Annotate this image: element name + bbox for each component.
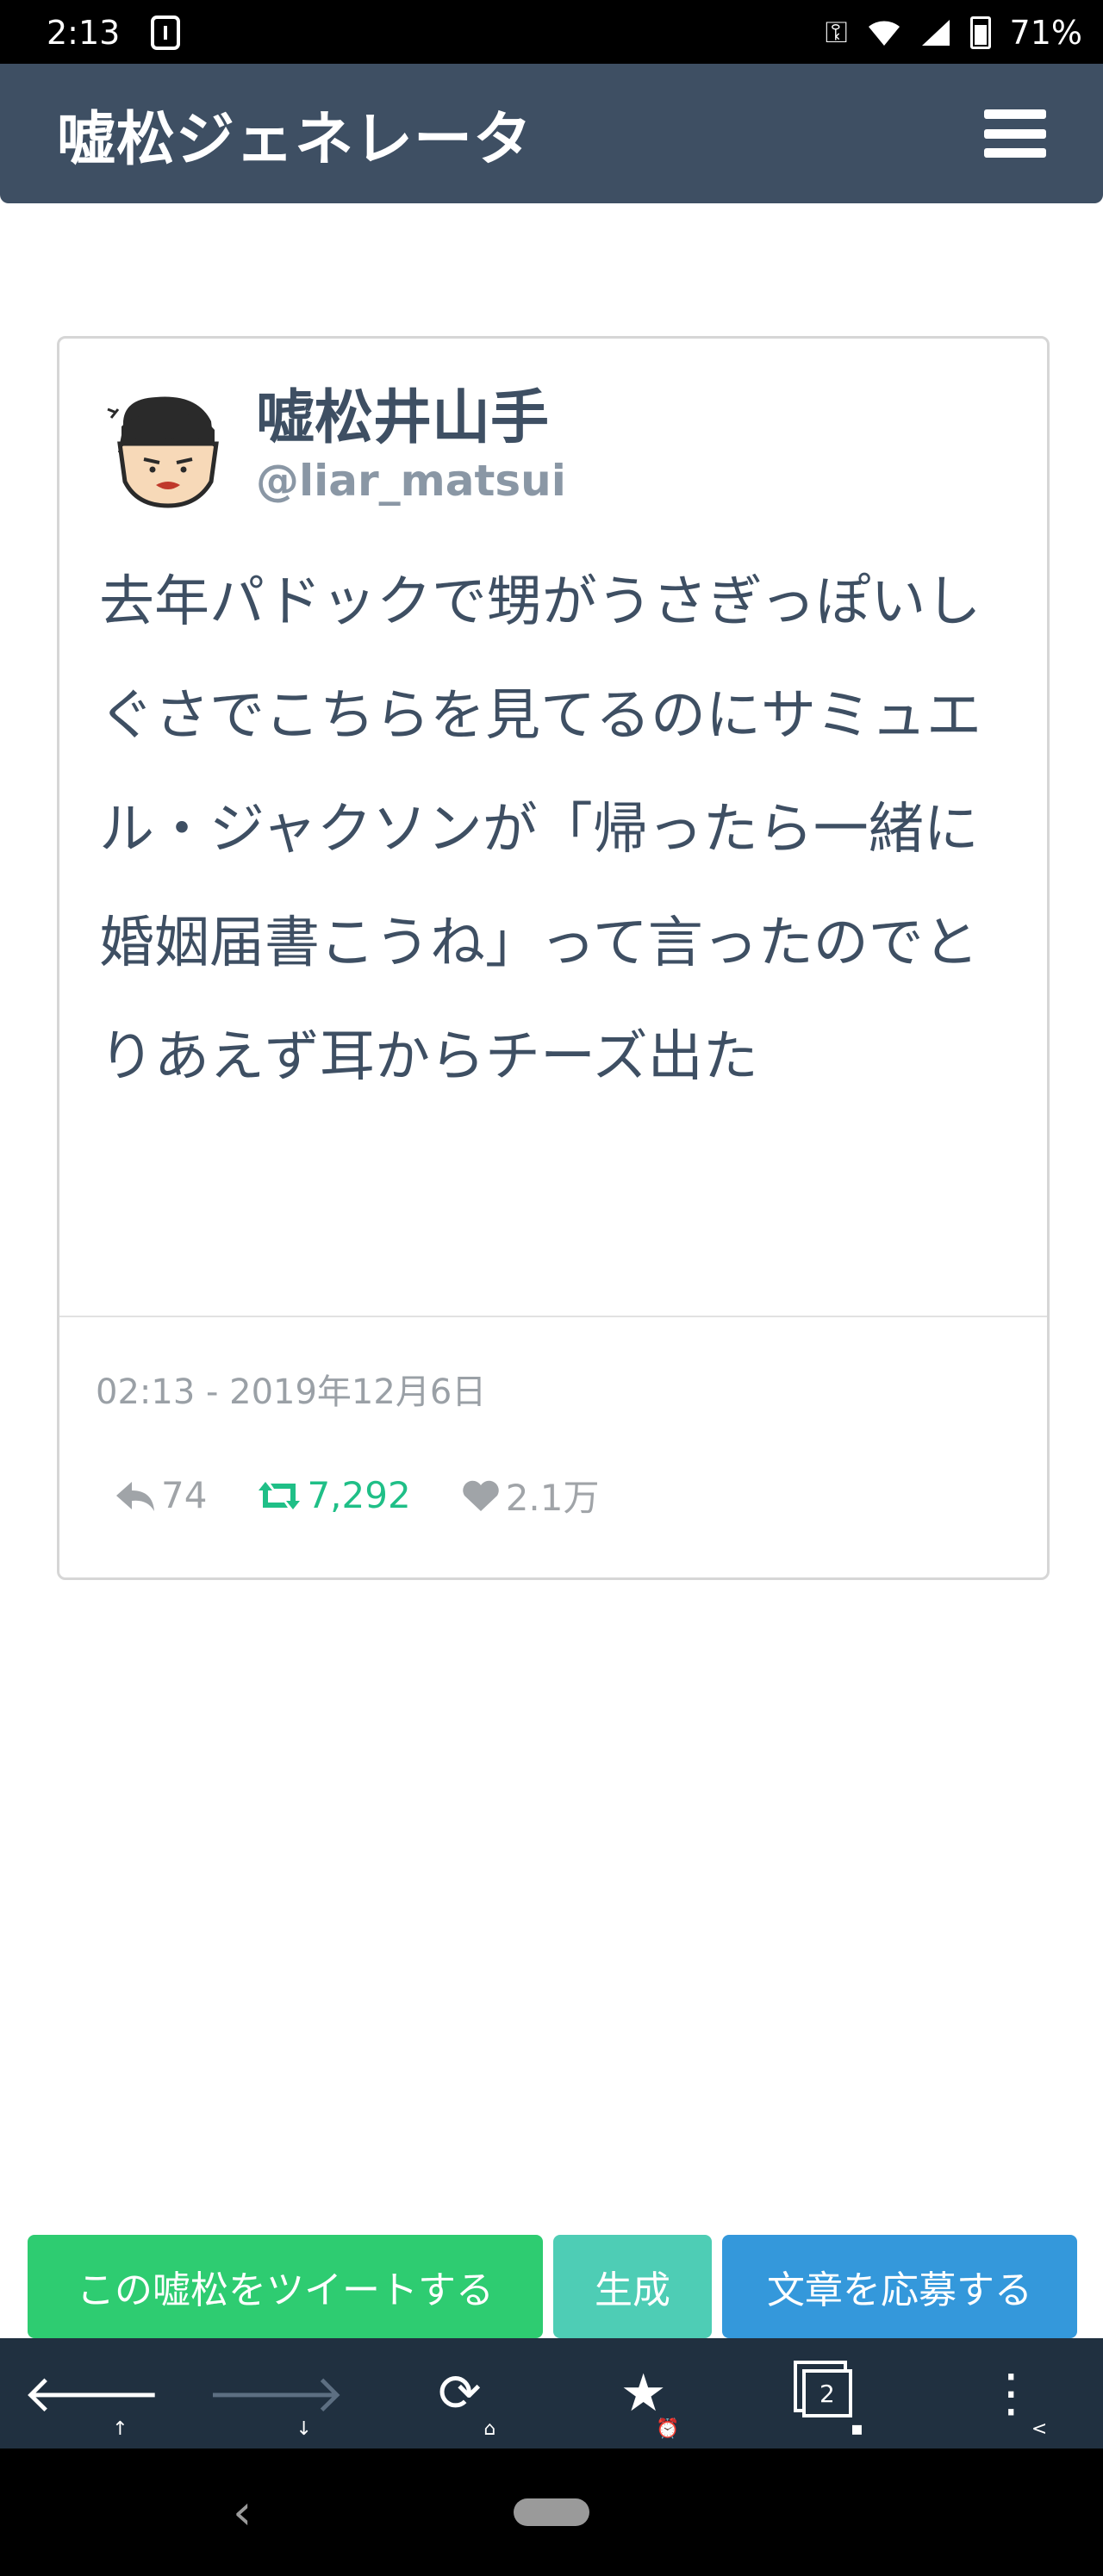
tab-count: 2 [801,2369,852,2417]
tab-small-icon: ▪ [851,2418,863,2440]
like-count: 2.1万 [505,1477,600,1519]
cell-signal-icon [921,20,950,46]
arrow-left-icon: 🡐 [22,2364,162,2424]
battery-icon [969,16,991,49]
reply-stat: 74 [115,1474,207,1516]
notification-icon [151,16,181,50]
retweet-count: 7,292 [307,1474,411,1516]
app-title[interactable]: 嘘松ジェネレータ [57,91,533,177]
reply-icon [116,1481,154,1511]
hamburger-menu-icon[interactable] [984,109,1046,158]
menu-line [984,109,1046,119]
tweet-button[interactable]: この嘘松をツイートする [28,2235,543,2338]
back-button[interactable]: 🡐 ↑ [22,2338,161,2448]
star-icon: ★ [620,2363,667,2424]
nav-back-icon[interactable]: ‹ [233,2485,252,2541]
generate-button[interactable]: 生成 [553,2235,712,2338]
submit-text-button[interactable]: 文章を応募する [722,2235,1077,2338]
alarm-small-icon: ⏰ [656,2418,680,2440]
avatar [107,396,219,508]
status-bar: 2:13 ⚿ 71% [0,0,1103,65]
retweet-stat: 7,292 [257,1474,411,1516]
wifi-icon [868,21,900,46]
more-menu-button[interactable]: ⋮ < [959,2338,1062,2448]
status-icons: ⚿ 71% [826,14,1082,52]
bookmark-button[interactable]: ★ ⏰ [592,2338,695,2448]
action-buttons: この嘘松をツイートする 生成 文章を応募する [28,2235,1077,2338]
arrow-right-icon: 🡒 [206,2364,346,2424]
system-nav-bar: ‹ [0,2448,1103,2576]
user-handle: @liar_matsui [256,456,566,506]
arrow-up-small-icon: ↑ [112,2418,128,2440]
tweet-text: 去年パドックで甥がうさぎっぽいしぐさでこちらを見てるのにサミュエル・ジャクソンが… [99,570,981,1089]
like-stat: 2.1万 [461,1469,600,1521]
retweet-icon [259,1481,301,1509]
divider [59,1316,1047,1317]
reply-count: 74 [161,1474,208,1516]
nav-home-pill[interactable] [514,2498,589,2526]
home-small-icon: ⌂ [483,2418,496,2440]
display-name: 嘘松井山手 [256,384,550,452]
share-small-icon: < [1031,2418,1048,2440]
browser-toolbar: 🡐 ↑ 🡒 ↓ ⟳ ⌂ ★ ⏰ 2 ▪ ⋮ < [0,2338,1103,2448]
tabs-button[interactable]: 2 ▪ [776,2338,879,2448]
app-header: 嘘松ジェネレータ [0,64,1103,203]
status-time: 2:13 [47,14,121,52]
reload-button[interactable]: ⟳ ⌂ [408,2338,511,2448]
forward-button[interactable]: 🡒 ↓ [207,2338,346,2448]
tweet-card: 嘘松井山手 @liar_matsui 去年パドックで甥がうさぎっぽいしぐさでこち… [57,336,1050,1580]
heart-icon [462,1480,499,1511]
tweet-timestamp: 02:13 - 2019年12月6日 [96,1372,487,1412]
more-vertical-icon: ⋮ [985,2363,1038,2424]
tweet-stats: 74 7,292 2.1万 [115,1469,650,1521]
vpn-key-icon: ⚿ [825,16,848,50]
menu-line [984,148,1046,158]
arrow-down-small-icon: ↓ [296,2418,312,2440]
menu-line [984,128,1046,139]
battery-percent: 71% [1009,14,1082,52]
reload-icon: ⟳ [438,2363,482,2424]
